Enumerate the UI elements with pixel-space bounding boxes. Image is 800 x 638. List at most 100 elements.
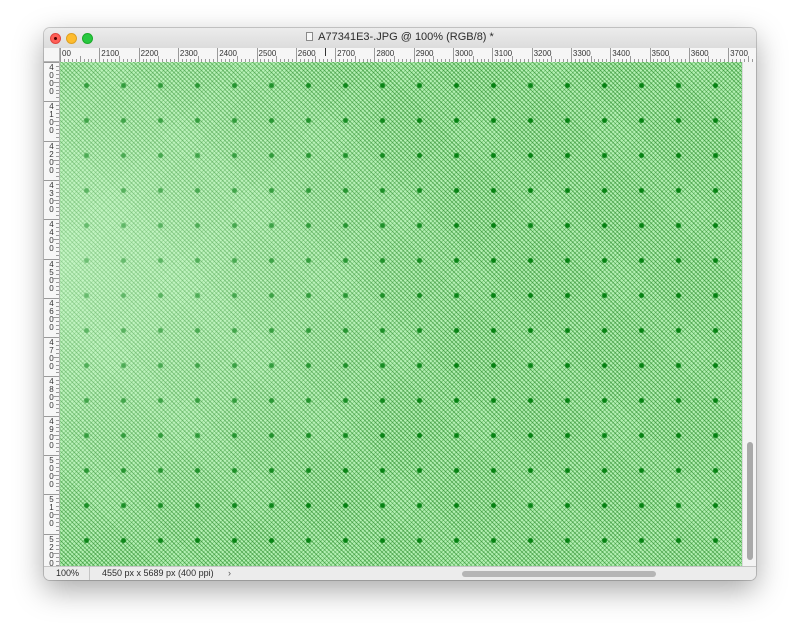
ruler-minor-tick	[53, 553, 59, 555]
ruler-minor-tick	[56, 517, 59, 519]
ruler-label: 00	[62, 49, 71, 58]
ruler-label: 3300	[572, 49, 591, 58]
ruler-minor-tick	[56, 132, 59, 134]
ruler-minor-tick	[53, 278, 59, 280]
ruler-label: 4 0 0 0	[49, 63, 54, 96]
ruler-minor-tick	[56, 289, 59, 291]
ruler-minor-tick	[56, 250, 59, 252]
ruler-minor-tick	[56, 490, 59, 492]
ruler-minor-tick	[56, 254, 59, 256]
ruler-minor-tick	[53, 199, 59, 201]
ruler-label: 3100	[494, 49, 513, 58]
ruler-minor-tick	[56, 65, 59, 67]
ruler-minor-tick	[53, 396, 59, 398]
ruler-minor-tick	[56, 270, 59, 272]
ruler-minor-tick	[56, 482, 59, 484]
ruler-minor-tick	[56, 246, 59, 248]
ruler-minor-tick	[53, 474, 59, 476]
vertical-scrollbar[interactable]	[742, 62, 756, 566]
ruler-minor-tick	[56, 73, 59, 75]
ruler-label: 4 6 0 0	[49, 298, 54, 332]
ruler-minor-tick	[56, 478, 59, 480]
ruler-minor-tick	[56, 380, 59, 382]
ruler-minor-tick	[56, 344, 59, 346]
ruler-minor-tick	[56, 399, 59, 401]
horizontal-ruler[interactable]: 00 2100 2200 2300 2400 2500 2600 2700 2800 2900 30…	[60, 48, 756, 63]
ruler-minor-tick	[56, 510, 59, 512]
ruler-minor-tick	[56, 443, 59, 445]
vertical-ruler[interactable]: 4 0 0 0 4 1 0 0 4 2 0 0 4 3 0 0 4 4 0 0 4 5 0…	[44, 62, 60, 566]
ruler-minor-tick	[56, 368, 59, 370]
ruler-minor-tick	[56, 156, 59, 158]
zoom-level-field[interactable]: 100%	[44, 567, 90, 580]
document-icon	[306, 32, 314, 41]
ruler-minor-tick	[56, 262, 59, 264]
ruler-minor-tick	[56, 423, 59, 425]
ruler-minor-tick	[56, 89, 59, 91]
ruler-minor-tick	[56, 183, 59, 185]
ruler-label: 3500	[651, 49, 670, 58]
ruler-minor-tick	[56, 207, 59, 209]
ruler-minor-tick	[56, 557, 59, 559]
ruler-minor-tick	[56, 187, 59, 189]
ruler-minor-tick	[56, 168, 59, 170]
ruler-minor-tick	[56, 341, 59, 343]
ruler-label: 5 1 0 0	[49, 495, 54, 529]
ruler-label: 3000	[455, 49, 473, 58]
ruler-minor-tick	[56, 506, 59, 508]
chevron-right-icon[interactable]: ›	[228, 567, 231, 580]
ruler-minor-tick	[56, 392, 59, 394]
ruler-minor-tick	[56, 293, 59, 295]
ruler-minor-tick	[56, 227, 59, 229]
ruler-label: 4 1 0 0	[49, 102, 54, 136]
ruler-minor-tick	[56, 234, 59, 236]
canvas-texture	[60, 62, 480, 566]
ruler-minor-tick	[56, 93, 59, 95]
ruler-label: 2800	[376, 49, 395, 58]
window-title-container: A77341E3-.JPG @ 100% (RGB/8) *	[44, 31, 756, 43]
ruler-minor-tick	[56, 128, 59, 130]
ruler-cursor-marker	[325, 48, 326, 56]
ruler-minor-tick	[56, 352, 59, 354]
ruler-minor-tick	[56, 242, 59, 244]
horizontal-scroll-thumb[interactable]	[462, 571, 656, 577]
ruler-minor-tick	[56, 384, 59, 386]
image-canvas[interactable]	[60, 62, 742, 566]
ruler-minor-tick	[56, 333, 59, 335]
ruler-minor-tick	[56, 109, 59, 111]
ruler-minor-tick	[53, 238, 59, 240]
ruler-minor-tick	[53, 513, 59, 515]
ruler-minor-tick	[56, 313, 59, 315]
ruler-label: 4 8 0 0	[49, 377, 54, 411]
ruler-minor-tick	[56, 537, 59, 539]
window-title: A77341E3-.JPG @ 100% (RGB/8) *	[318, 31, 494, 43]
ruler-label: 4 3 0 0	[49, 180, 54, 214]
ruler-label: 2300	[179, 49, 198, 58]
vertical-scroll-thumb[interactable]	[747, 442, 753, 560]
ruler-minor-tick	[56, 113, 59, 115]
ruler-minor-tick	[53, 160, 59, 162]
ruler-minor-tick	[56, 462, 59, 464]
ruler-label: 2400	[219, 49, 237, 58]
ruler-minor-tick	[56, 325, 59, 327]
ruler-minor-tick	[56, 124, 59, 126]
title-bar[interactable]: A77341E3-.JPG @ 100% (RGB/8) *	[44, 28, 756, 49]
ruler-minor-tick	[56, 172, 59, 174]
ruler-minor-tick	[56, 360, 59, 362]
ruler-minor-tick	[56, 274, 59, 276]
ruler-minor-tick	[56, 419, 59, 421]
ruler-minor-tick	[56, 77, 59, 79]
ruler-minor-tick	[56, 372, 59, 374]
ruler-minor-tick	[56, 502, 59, 504]
ruler-origin[interactable]	[44, 48, 60, 62]
ruler-minor-tick	[56, 447, 59, 449]
ruler-minor-tick	[53, 435, 59, 437]
ruler-minor-tick	[56, 466, 59, 468]
ruler-minor-tick	[56, 348, 59, 350]
ruler-minor-tick	[56, 403, 59, 405]
ruler-minor-tick	[53, 356, 59, 358]
ruler-minor-tick	[56, 266, 59, 268]
ruler-minor-tick	[56, 427, 59, 429]
ruler-label: 4 4 0 0	[49, 220, 54, 254]
document-window: A77341E3-.JPG @ 100% (RGB/8) * 00 2100 220…	[44, 28, 756, 580]
